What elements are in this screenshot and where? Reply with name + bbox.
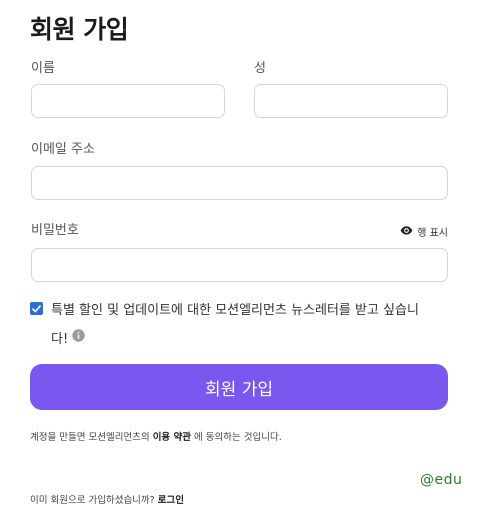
page-title: 회원 가입 <box>30 15 129 44</box>
login-prompt: 이미 회원으로 가입하셨습니까? 로그인 <box>30 492 184 506</box>
show-password-toggle[interactable]: 행 표시 <box>400 224 448 239</box>
info-icon[interactable] <box>72 324 85 353</box>
eye-icon <box>400 225 413 238</box>
first-name-label: 이름 <box>31 61 55 76</box>
watermark: @edu <box>420 472 463 488</box>
last-name-input[interactable] <box>254 84 448 118</box>
last-name-label: 성 <box>254 61 266 76</box>
password-input[interactable] <box>31 248 448 282</box>
login-prompt-text: 이미 회원으로 가입하셨습니까? <box>30 495 158 506</box>
terms-link[interactable]: 이용 약관 <box>153 432 191 443</box>
checkmark-icon <box>32 304 41 312</box>
terms-prefix: 계정을 만들면 모션엘리먼츠의 <box>30 432 153 443</box>
signup-button[interactable]: 회원 가입 <box>30 364 448 410</box>
login-link[interactable]: 로그인 <box>158 495 184 506</box>
newsletter-checkbox[interactable] <box>30 302 43 315</box>
terms-notice: 계정을 만들면 모션엘리먼츠의 이용 약관 에 동의하는 것입니다. <box>30 429 282 443</box>
newsletter-consent: 특별 할인 및 업데이트에 대한 모션엘리먼츠 뉴스레터를 받고 싶습니다! <box>51 296 431 354</box>
show-password-label: 행 표시 <box>417 228 448 239</box>
email-input[interactable] <box>31 166 448 200</box>
first-name-input[interactable] <box>31 84 225 118</box>
terms-suffix: 에 동의하는 것입니다. <box>190 432 282 443</box>
password-label: 비밀번호 <box>31 223 79 238</box>
email-label: 이메일 주소 <box>31 142 95 157</box>
newsletter-label: 특별 할인 및 업데이트에 대한 모션엘리먼츠 뉴스레터를 받고 싶습니다! <box>51 303 419 347</box>
